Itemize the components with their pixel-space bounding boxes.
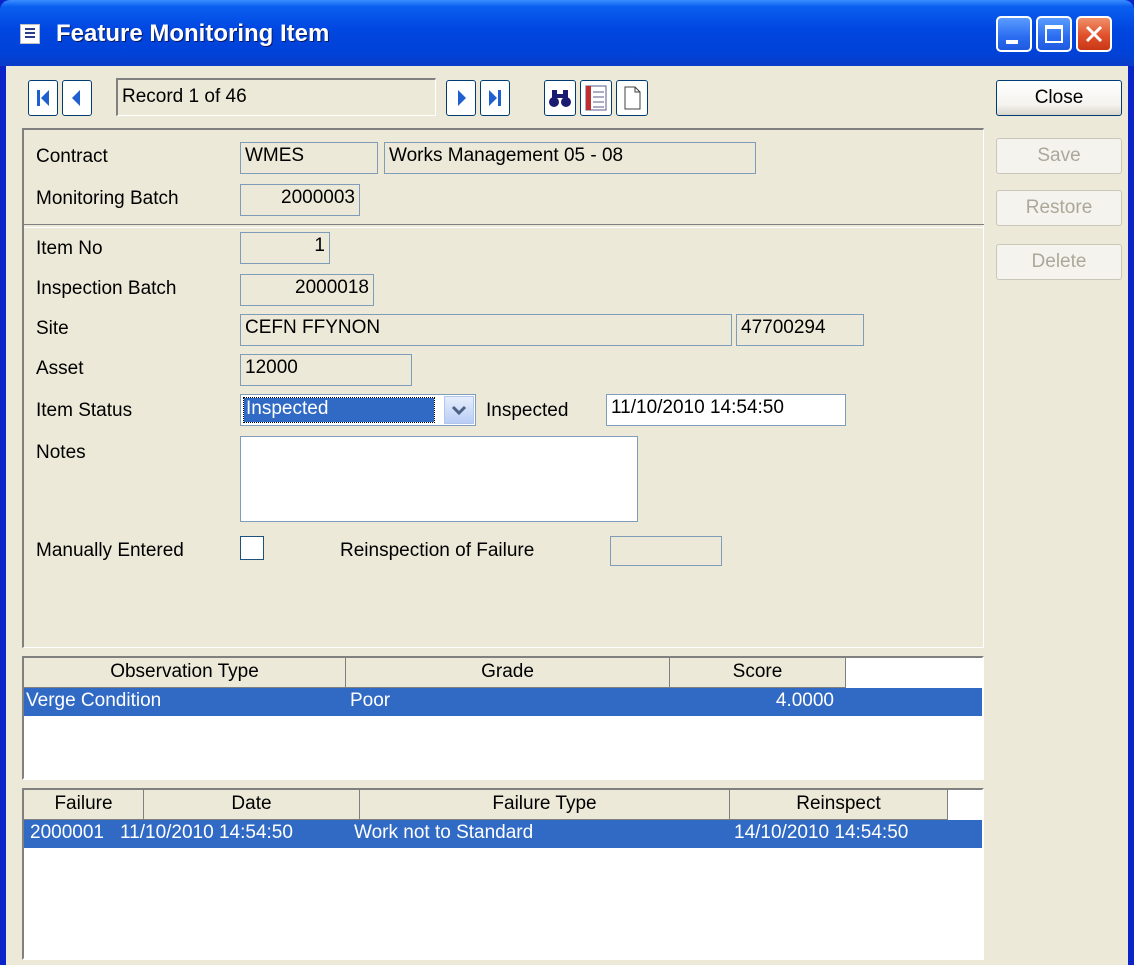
- item-no-field[interactable]: 1: [240, 232, 330, 264]
- failure-type-cell: Work not to Standard: [354, 822, 534, 843]
- notes-label: Notes: [36, 442, 86, 463]
- table-row[interactable]: Verge Condition Poor 4.0000: [24, 688, 982, 716]
- maximize-button[interactable]: [1036, 16, 1072, 52]
- inspected-datetime-field[interactable]: 11/10/2010 14:54:50: [606, 394, 846, 426]
- inspection-batch-label: Inspection Batch: [36, 278, 177, 299]
- column-header[interactable]: Reinspect: [730, 790, 948, 820]
- form-icon: [20, 24, 40, 44]
- window: Feature Monitoring Item Record 1 of 46 C…: [0, 0, 1134, 965]
- list-view-button[interactable]: [580, 80, 612, 116]
- contract-code-field[interactable]: WMES: [240, 142, 378, 174]
- monitoring-batch-label: Monitoring Batch: [36, 188, 179, 209]
- monitoring-batch-field[interactable]: 2000003: [240, 184, 360, 216]
- failure-cell: 2000001: [30, 822, 104, 843]
- delete-button[interactable]: Delete: [996, 244, 1122, 280]
- observations-grid[interactable]: Observation Type Grade Score Verge Condi…: [22, 656, 984, 780]
- next-record-button[interactable]: [446, 80, 476, 116]
- manually-entered-label: Manually Entered: [36, 540, 184, 561]
- column-header[interactable]: Failure Type: [360, 790, 730, 820]
- section-divider: [24, 224, 984, 228]
- column-header[interactable]: Date: [144, 790, 360, 820]
- failures-grid[interactable]: Failure Date Failure Type Reinspect 2000…: [22, 788, 984, 960]
- chevron-down-icon: [451, 405, 467, 416]
- reinspect-cell: 14/10/2010 14:54:50: [734, 822, 909, 843]
- reinspection-label: Reinspection of Failure: [340, 540, 535, 561]
- next-record-icon: [458, 90, 466, 106]
- column-header[interactable]: Failure: [24, 790, 144, 820]
- window-title: Feature Monitoring Item: [56, 20, 330, 47]
- previous-record-button[interactable]: [62, 80, 92, 116]
- restore-button[interactable]: Restore: [996, 190, 1122, 226]
- last-record-icon: [489, 90, 501, 106]
- find-button[interactable]: [544, 80, 576, 116]
- first-record-icon: [37, 90, 49, 106]
- binoculars-icon: [549, 90, 571, 107]
- save-button[interactable]: Save: [996, 138, 1122, 174]
- new-record-button[interactable]: [616, 80, 648, 116]
- grade-cell: Poor: [350, 690, 391, 711]
- dropdown-arrow-button[interactable]: [444, 396, 474, 424]
- minimize-button[interactable]: [996, 16, 1032, 52]
- item-status-value: Inspected: [243, 397, 435, 423]
- previous-record-icon: [72, 90, 80, 106]
- manually-entered-checkbox[interactable]: [240, 536, 264, 560]
- close-icon: [1085, 25, 1103, 43]
- column-header[interactable]: Observation Type: [24, 658, 346, 688]
- observation-type-cell: Verge Condition: [26, 690, 162, 711]
- column-header[interactable]: Grade: [346, 658, 670, 688]
- site-code-field[interactable]: 47700294: [736, 314, 864, 346]
- contract-name-field[interactable]: Works Management 05 - 08: [384, 142, 756, 174]
- notes-textarea[interactable]: [240, 436, 638, 522]
- last-record-button[interactable]: [480, 80, 510, 116]
- site-label: Site: [36, 318, 69, 339]
- reinspection-field[interactable]: [610, 536, 722, 566]
- date-cell: 11/10/2010 14:54:50: [120, 822, 293, 843]
- record-indicator: Record 1 of 46: [116, 78, 436, 116]
- contract-label: Contract: [36, 146, 108, 167]
- item-status-label: Item Status: [36, 400, 133, 421]
- blank-page-icon: [624, 86, 641, 110]
- asset-label: Asset: [36, 358, 84, 379]
- client-area: Record 1 of 46 Close Save Restore Delete…: [6, 66, 1128, 965]
- title-bar[interactable]: Feature Monitoring Item: [0, 0, 1134, 66]
- inspected-label: Inspected: [486, 400, 569, 421]
- list-view-icon: [585, 85, 607, 111]
- window-close-button[interactable]: [1076, 16, 1112, 52]
- first-record-button[interactable]: [28, 80, 58, 116]
- asset-field[interactable]: 12000: [240, 354, 412, 386]
- item-status-dropdown[interactable]: Inspected: [240, 394, 476, 426]
- table-row[interactable]: 2000001 11/10/2010 14:54:50 Work not to …: [24, 820, 982, 848]
- item-no-label: Item No: [36, 238, 103, 259]
- column-header[interactable]: Score: [670, 658, 846, 688]
- site-name-field[interactable]: CEFN FFYNON: [240, 314, 732, 346]
- inspection-batch-field[interactable]: 2000018: [240, 274, 374, 306]
- score-cell: 4.0000: [775, 690, 834, 711]
- close-button[interactable]: Close: [996, 80, 1122, 116]
